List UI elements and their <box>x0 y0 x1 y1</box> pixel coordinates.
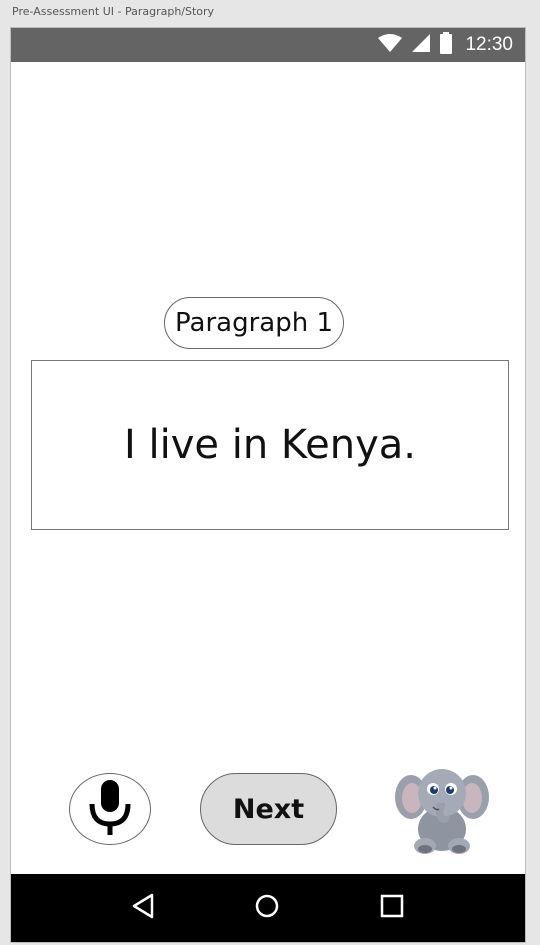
wifi-icon <box>377 33 403 58</box>
status-bar: 12:30 <box>11 28 525 62</box>
signal-icon <box>411 33 431 58</box>
window-title: Pre-Assessment UI - Paragraph/Story <box>12 5 215 18</box>
home-circle-icon[interactable] <box>254 893 280 924</box>
phone-screen: 12:30 Paragraph 1 I live in Kenya. Next <box>10 27 526 943</box>
recents-square-icon[interactable] <box>379 893 405 924</box>
microphone-button[interactable] <box>69 773 151 845</box>
paragraph-label: Paragraph 1 <box>164 297 344 349</box>
microphone-icon <box>87 778 133 841</box>
status-time: 12:30 <box>465 34 513 55</box>
story-text: I live in Kenya. <box>123 422 416 468</box>
story-box: I live in Kenya. <box>31 360 509 530</box>
next-button[interactable]: Next <box>200 773 337 845</box>
battery-icon <box>439 31 453 59</box>
back-triangle-icon[interactable] <box>131 893 155 924</box>
navigation-bar <box>11 874 525 942</box>
elephant-mascot <box>393 763 491 855</box>
